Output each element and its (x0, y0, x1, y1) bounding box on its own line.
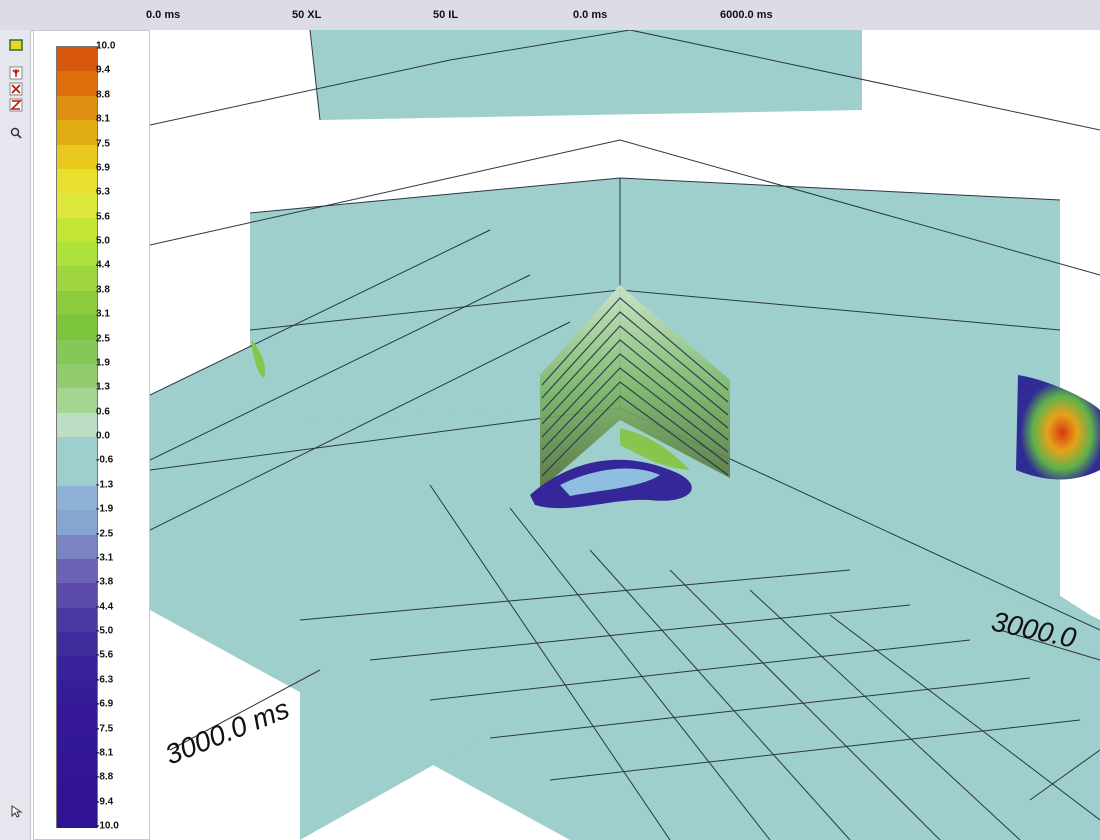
time-end-readout: 6000.0 ms (720, 9, 773, 21)
color-scale-segment (57, 315, 97, 340)
color-scale-tick: 10.0 (96, 40, 116, 52)
color-scale-tick: -7.5 (96, 723, 114, 734)
axis-y-icon[interactable] (9, 66, 23, 80)
slice-position-bar: 0.0 ms 50 XL 50 IL 0.0 ms 6000.0 ms (0, 0, 1100, 31)
color-scale-segment (57, 71, 97, 97)
color-scale-tick: -6.9 (96, 698, 114, 710)
color-scale-tick: -9.4 (96, 796, 114, 808)
color-scale-tick: 7.5 (96, 138, 110, 149)
color-scale-segment (57, 778, 97, 804)
color-scale-segment (57, 193, 97, 219)
axis-z-icon[interactable] (9, 98, 23, 112)
color-scale-tick: 8.8 (96, 89, 110, 101)
pointer-icon[interactable] (9, 804, 23, 818)
color-scale-segment (57, 266, 97, 292)
color-scale-bar (56, 46, 98, 828)
crossline-readout: 50 XL (292, 9, 322, 21)
color-scale-segment (57, 680, 97, 706)
color-scale-tick: 6.9 (96, 162, 110, 174)
color-scale-segment (57, 656, 97, 682)
color-scale-segment (57, 510, 97, 535)
time-start-readout: 0.0 ms (146, 9, 181, 21)
color-scale-segment (57, 242, 97, 267)
color-scale-segment (57, 95, 97, 121)
color-scale-segment (57, 437, 97, 462)
color-scale-tick: -1.3 (96, 479, 114, 491)
color-scale-tick: -1.9 (96, 503, 114, 515)
color-scale-tick: 3.1 (96, 308, 110, 320)
color-scale-tick: -8.1 (96, 747, 114, 759)
time-slice-readout: 0.0 ms (573, 9, 608, 21)
color-scale-tick: 0.6 (96, 406, 110, 418)
color-scale-segment (57, 388, 97, 414)
color-scale-tick: -6.3 (96, 674, 114, 686)
color-scale-tick: -10.0 (96, 820, 119, 832)
color-scale-segment (57, 485, 97, 511)
color-scale-tick: -5.6 (96, 649, 114, 661)
color-scale-segment (57, 47, 97, 72)
color-scale-tick: 5.6 (96, 211, 110, 223)
color-scale-tick: 0.0 (96, 430, 110, 442)
color-scale-segment (57, 363, 97, 389)
color-scale-tick: 9.4 (96, 64, 110, 76)
color-scale-segment (57, 729, 97, 755)
color-scale-segment (57, 607, 97, 633)
color-scale-segment (57, 144, 97, 170)
axis-x-icon[interactable] (9, 82, 23, 96)
color-scale-segment (57, 290, 97, 316)
color-scale-segment (57, 461, 97, 487)
color-scale-tick: 4.4 (96, 259, 110, 271)
palette-icon[interactable] (9, 38, 23, 52)
view-toolbar (0, 30, 31, 840)
color-scale-tick: 1.3 (96, 381, 110, 393)
color-scale-legend: 10.0 9.4 8.8 8.1 7.5 6.9 6.3 5.6 5.0 4.4 3.8 3.1 2.5… (33, 30, 150, 840)
color-scale-tick: -0.6 (96, 454, 114, 466)
color-scale-tick: -5.0 (96, 625, 114, 637)
color-scale-segment (57, 339, 97, 365)
color-scale-segment (57, 534, 97, 560)
color-scale-segment (57, 632, 97, 657)
color-scale-segment (57, 802, 97, 828)
color-scale-segment (57, 120, 97, 145)
color-scale-tick: -4.4 (96, 601, 114, 613)
color-scale-segment (57, 168, 97, 194)
zoom-icon[interactable] (9, 126, 23, 140)
color-scale-tick: 2.5 (96, 333, 110, 344)
color-scale-segment (57, 705, 97, 730)
color-scale-tick: 8.1 (96, 113, 110, 125)
color-scale-tick: 3.8 (96, 284, 110, 296)
color-scale-tick: 5.0 (96, 235, 110, 247)
color-scale-tick: -3.8 (96, 576, 114, 588)
color-scale-tick: 1.9 (96, 357, 110, 369)
color-scale-segment (57, 753, 97, 779)
color-scale-segment (57, 558, 97, 584)
3d-seismic-view[interactable]: 3000.0 ms 3000.0 (150, 30, 1100, 840)
color-scale-tick: -8.8 (96, 771, 114, 783)
color-scale-tick: -2.5 (96, 528, 114, 539)
color-scale-tick: 6.3 (96, 186, 110, 198)
color-scale-segment (57, 583, 97, 609)
color-scale-segment (57, 217, 97, 243)
inline-readout: 50 IL (433, 9, 459, 21)
color-scale-segment (57, 412, 97, 438)
color-scale-tick: -3.1 (96, 552, 114, 564)
